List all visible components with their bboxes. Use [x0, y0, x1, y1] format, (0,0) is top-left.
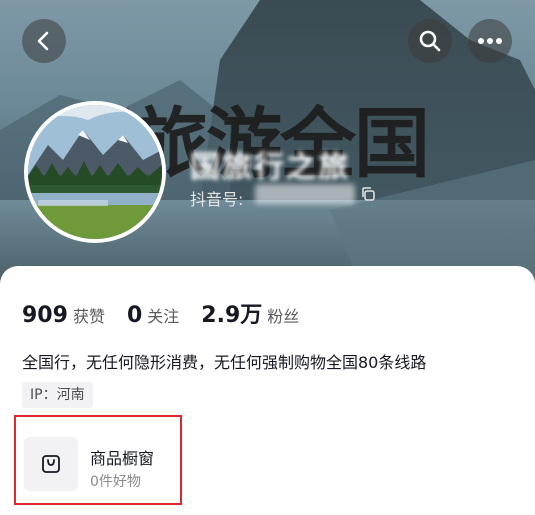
shop-window-button[interactable]	[24, 437, 78, 491]
douyin-id-value	[255, 184, 355, 204]
ip-location-tag: IP：河南	[22, 382, 93, 408]
more-icon	[478, 38, 502, 44]
following-count[interactable]: 0	[127, 303, 142, 328]
chevron-left-icon	[37, 31, 49, 51]
more-button[interactable]	[468, 19, 512, 63]
followers-count[interactable]: 2.9万	[201, 297, 262, 329]
profile-stats: 909 获赞 0 关注 2.9万 粉丝	[22, 297, 321, 329]
avatar-landscape-image	[28, 105, 162, 239]
douyin-id-label: 抖音号:	[190, 190, 244, 209]
likes-count: 909	[22, 303, 68, 328]
avatar[interactable]	[24, 101, 166, 243]
search-icon	[419, 30, 441, 52]
back-button[interactable]	[22, 19, 66, 63]
username: 国旅行之旅	[190, 150, 350, 185]
followers-label[interactable]: 粉丝	[267, 303, 299, 327]
following-label[interactable]: 关注	[147, 303, 179, 327]
search-button[interactable]	[408, 19, 452, 63]
shop-window-title[interactable]: 商品橱窗	[90, 445, 154, 469]
likes-label: 获赞	[72, 307, 105, 326]
copy-icon[interactable]	[360, 186, 376, 202]
shop-window-subtitle: 0件好物	[90, 474, 141, 490]
shopping-bag-icon	[42, 455, 60, 473]
profile-bio: 全国行，无任何隐形消费，无任何强制购物全国80条线路	[22, 353, 427, 372]
